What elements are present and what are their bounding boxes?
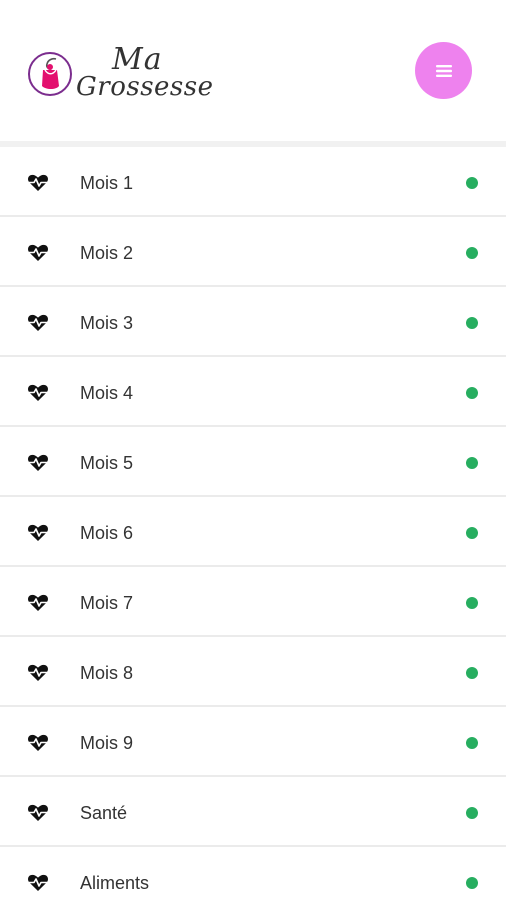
logo[interactable]: Ma Grossesse: [26, 42, 226, 103]
heartbeat-icon: [28, 244, 48, 261]
status-dot: [466, 177, 478, 189]
heartbeat-icon: [28, 734, 48, 751]
list-item-sante[interactable]: Santé: [0, 777, 506, 847]
stork-bundle-logo-icon: [28, 52, 72, 96]
logo-wordmark: Ma Grossesse: [76, 42, 226, 103]
list-item-mois-3[interactable]: Mois 3: [0, 287, 506, 357]
status-dot: [466, 527, 478, 539]
heartbeat-icon: [28, 664, 48, 681]
app-root: Ma Grossesse Mois 1 Mois 2 Mois 3 Mois 4…: [0, 0, 506, 900]
status-dot: [466, 667, 478, 679]
list-item-label: Mois 9: [80, 733, 134, 753]
list-item-mois-5[interactable]: Mois 5: [0, 427, 506, 497]
menu-button[interactable]: [415, 42, 472, 99]
list-item-mois-7[interactable]: Mois 7: [0, 567, 506, 637]
status-dot: [466, 807, 478, 819]
hamburger-menu-icon: [435, 64, 452, 77]
status-dot: [466, 597, 478, 609]
logo-line-2: Grossesse: [76, 72, 214, 102]
logo-line-1: Ma: [112, 42, 163, 77]
list-item-label: Mois 4: [80, 383, 134, 403]
list-item-label: Mois 5: [80, 453, 134, 473]
list-item-label: Mois 8: [80, 663, 134, 683]
list-item-label: Mois 1: [80, 173, 134, 193]
menu-list: Mois 1 Mois 2 Mois 3 Mois 4 Mois 5 Mois …: [0, 147, 506, 900]
list-item-label: Mois 2: [80, 243, 134, 263]
list-item-label: Mois 6: [80, 523, 134, 543]
list-item-label: Aliments: [80, 873, 150, 893]
list-item-label: Mois 3: [80, 313, 134, 333]
status-dot: [466, 317, 478, 329]
status-dot: [466, 387, 478, 399]
status-dot: [466, 737, 478, 749]
list-item-mois-4[interactable]: Mois 4: [0, 357, 506, 427]
list-item-mois-6[interactable]: Mois 6: [0, 497, 506, 567]
heartbeat-icon: [28, 874, 48, 891]
list-item-mois-9[interactable]: Mois 9: [0, 707, 506, 777]
list-item-mois-2[interactable]: Mois 2: [0, 217, 506, 287]
header: Ma Grossesse: [0, 0, 506, 147]
status-dot: [466, 247, 478, 259]
status-dot: [466, 877, 478, 889]
heartbeat-icon: [28, 174, 48, 191]
list-item-mois-8[interactable]: Mois 8: [0, 637, 506, 707]
list-item-label: Santé: [80, 803, 128, 823]
list-item-mois-1[interactable]: Mois 1: [0, 147, 506, 217]
status-dot: [466, 457, 478, 469]
heartbeat-icon: [28, 314, 48, 331]
heartbeat-icon: [28, 524, 48, 541]
heartbeat-icon: [28, 454, 48, 471]
heartbeat-icon: [28, 594, 48, 611]
heartbeat-icon: [28, 804, 48, 821]
list-item-aliments[interactable]: Aliments: [0, 847, 506, 900]
heartbeat-icon: [28, 384, 48, 401]
list-item-label: Mois 7: [80, 593, 134, 613]
